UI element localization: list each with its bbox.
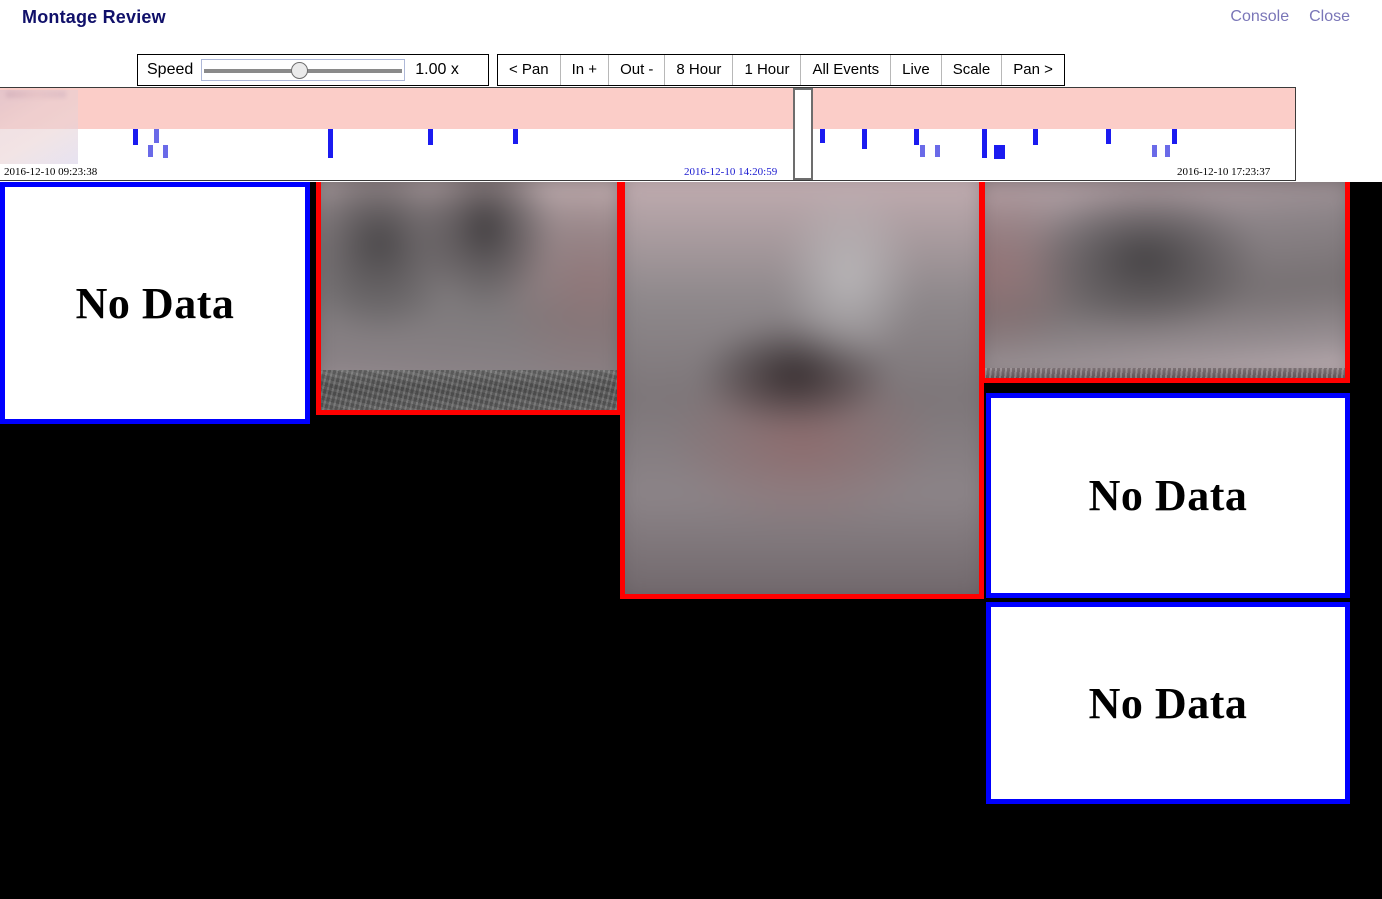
timeline-event-marker[interactable] xyxy=(920,145,925,157)
header-links: Console Close xyxy=(1230,8,1350,26)
speed-value: 1.00 x xyxy=(415,61,459,78)
cell-right-mid-no-data[interactable]: No Data xyxy=(986,393,1350,598)
timeline-nav-buttons: < Pan In + Out - 8 Hour 1 Hour All Event… xyxy=(497,54,1065,86)
console-link[interactable]: Console xyxy=(1230,8,1289,26)
camera-video-detail-strip xyxy=(321,370,617,410)
live-button[interactable]: Live xyxy=(891,55,942,85)
timeline-event-marker[interactable] xyxy=(328,129,333,145)
zoom-in-button[interactable]: In + xyxy=(560,55,610,85)
no-data-label: No Data xyxy=(1088,471,1248,520)
all-events-button[interactable]: All Events xyxy=(801,55,892,85)
timeline-event-marker[interactable] xyxy=(994,145,1005,159)
app-header: Montage Review Console Close xyxy=(0,0,1382,44)
scale-button[interactable]: Scale xyxy=(941,55,1003,85)
speed-label: Speed xyxy=(147,61,194,78)
timeline-playhead[interactable] xyxy=(793,88,813,180)
no-data-label: No Data xyxy=(1088,678,1248,728)
timeline-start-time: 2016-12-10 09:23:38 xyxy=(4,166,98,178)
playback-controls-bar: Speed 1.00 x < Pan In + Out - 8 Hour 1 H… xyxy=(0,52,1382,88)
event-timeline[interactable]: 2016-12-10 09:23:38 2016-12-10 14:20:59 … xyxy=(0,87,1296,181)
cell-top-right-video[interactable] xyxy=(980,182,1350,383)
timeline-event-marker[interactable] xyxy=(862,129,867,149)
camera-video-frame xyxy=(625,182,979,594)
timeline-event-marker[interactable] xyxy=(328,145,333,158)
timeline-event-marker[interactable] xyxy=(935,145,940,157)
timeline-event-marker[interactable] xyxy=(1152,145,1157,157)
timeline-event-marker[interactable] xyxy=(1033,129,1038,145)
timeline-event-marker[interactable] xyxy=(820,129,825,143)
timeline-event-marker[interactable] xyxy=(428,129,433,145)
timeline-preview-thumbnail xyxy=(0,90,78,164)
cell-top-left-no-data[interactable]: No Data xyxy=(0,182,310,424)
camera-video-frame xyxy=(985,182,1345,378)
timeline-event-marker[interactable] xyxy=(133,129,138,145)
timeline-end-time: 2016-12-10 17:23:37 xyxy=(1177,166,1271,178)
camera-montage-grid: No Data No Data No Data xyxy=(0,182,1382,899)
timeline-event-marker[interactable] xyxy=(982,145,987,158)
timeline-thumbnail-streak xyxy=(6,91,66,98)
timeline-event-marker[interactable] xyxy=(1165,145,1170,157)
cell-top-mid-video[interactable] xyxy=(316,182,622,415)
timeline-coverage-band xyxy=(0,88,1295,129)
camera-video-detail-strip xyxy=(985,368,1345,378)
speed-slider-thumb[interactable] xyxy=(291,62,309,79)
timeline-event-marker[interactable] xyxy=(1106,129,1111,144)
cell-center-video[interactable] xyxy=(620,182,984,599)
timeline-event-marker[interactable] xyxy=(914,129,919,145)
zoom-out-button[interactable]: Out - xyxy=(609,55,666,85)
close-link[interactable]: Close xyxy=(1309,8,1350,26)
timeline-event-marker[interactable] xyxy=(154,129,159,143)
pan-right-button[interactable]: Pan > xyxy=(1002,55,1064,85)
pan-left-button[interactable]: < Pan xyxy=(498,55,561,85)
timeline-event-marker[interactable] xyxy=(148,145,153,157)
range-8-hour-button[interactable]: 8 Hour xyxy=(665,55,734,85)
timeline-event-marker[interactable] xyxy=(513,129,518,144)
timeline-event-marker[interactable] xyxy=(1172,129,1177,144)
montage-review-app: Montage Review Console Close Speed 1.00 … xyxy=(0,0,1382,899)
speed-slider[interactable] xyxy=(201,59,406,81)
cell-right-low-no-data[interactable]: No Data xyxy=(986,602,1350,804)
no-data-label: No Data xyxy=(75,278,235,328)
range-1-hour-button[interactable]: 1 Hour xyxy=(733,55,802,85)
timeline-event-marker[interactable] xyxy=(982,129,987,145)
page-title: Montage Review xyxy=(22,7,166,27)
timeline-current-time: 2016-12-10 14:20:59 xyxy=(684,166,778,178)
timeline-event-marker[interactable] xyxy=(163,145,168,158)
speed-control-group: Speed 1.00 x xyxy=(137,54,489,86)
